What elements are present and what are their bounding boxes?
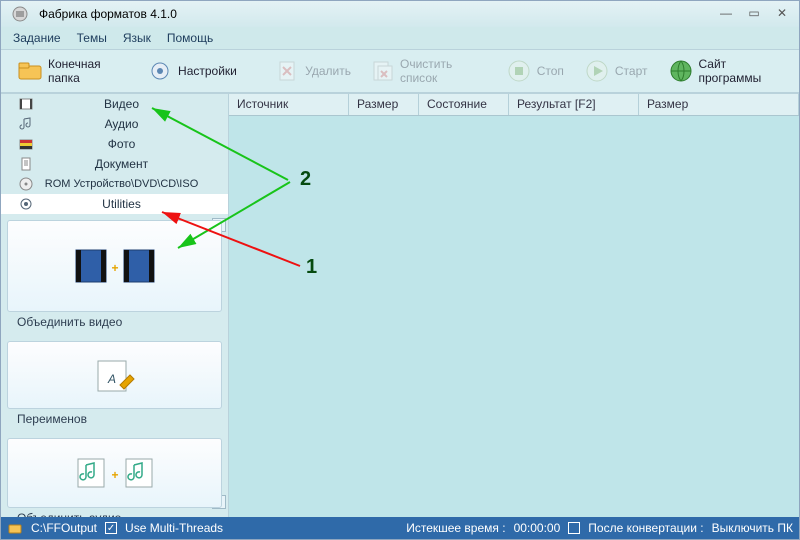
play-icon	[584, 58, 610, 84]
site-label: Сайт программы	[699, 57, 784, 85]
clear-icon	[371, 58, 395, 84]
toolbar: Конечная папка Настройки Удалить Очистит…	[1, 49, 799, 93]
tile-rename-label: Переименов	[7, 409, 222, 432]
category-list: Видео Аудио Фото Документ ROM Устройство…	[1, 94, 228, 214]
doc-icon	[19, 157, 33, 171]
menu-language[interactable]: Язык	[123, 31, 151, 45]
output-folder-label: Конечная папка	[48, 57, 127, 85]
minimize-button[interactable]: —	[715, 6, 737, 22]
rename-icon: A	[90, 355, 140, 395]
start-label: Старт	[615, 64, 648, 78]
col-size-in[interactable]: Размер	[349, 94, 419, 115]
after-conv-checkbox[interactable]	[568, 522, 580, 534]
after-conv-label: После конвертации :	[588, 521, 703, 535]
close-button[interactable]: ✕	[771, 6, 793, 22]
folder-small-icon	[7, 520, 23, 536]
clear-list-label: Очистить список	[400, 57, 486, 85]
gear-small-icon	[19, 197, 33, 211]
tile-rename[interactable]: A	[7, 341, 222, 409]
main-area: Видео Аудио Фото Документ ROM Устройство…	[1, 93, 799, 517]
gear-icon	[147, 58, 173, 84]
title-bar: Фабрика форматов 4.1.0 — ▭ ✕	[1, 1, 799, 27]
folder-icon	[17, 58, 43, 84]
photo-icon	[19, 137, 33, 151]
window-title: Фабрика форматов 4.1.0	[39, 7, 177, 21]
category-document-label: Документ	[43, 157, 228, 171]
menu-bar: Задание Темы Язык Помощь	[1, 27, 799, 49]
multithread-label[interactable]: Use Multi-Threads	[125, 521, 223, 535]
col-result[interactable]: Результат [F2]	[509, 94, 639, 115]
grid-body[interactable]	[229, 116, 799, 517]
category-video[interactable]: Видео	[1, 94, 228, 114]
category-document[interactable]: Документ	[1, 154, 228, 174]
utility-tiles: ▴ ▾ + Объединить видео	[1, 214, 228, 517]
join-video-icon: +	[70, 244, 160, 288]
menu-themes[interactable]: Темы	[77, 31, 107, 45]
note-icon	[19, 117, 33, 131]
stop-label: Стоп	[537, 64, 564, 78]
svg-text:+: +	[111, 468, 118, 482]
after-conv-value[interactable]: Выключить ПК	[712, 521, 793, 535]
maximize-button[interactable]: ▭	[743, 6, 765, 22]
menu-task[interactable]: Задание	[13, 31, 61, 45]
delete-icon	[274, 58, 300, 84]
settings-label: Настройки	[178, 64, 237, 78]
category-utilities[interactable]: Utilities	[1, 194, 228, 214]
svg-text:A: A	[106, 372, 115, 386]
site-button[interactable]: Сайт программы	[662, 55, 790, 87]
output-path[interactable]: C:\FFOutput	[31, 521, 97, 535]
tile-join-audio-label: Объединить аудио	[7, 508, 222, 517]
stop-button[interactable]: Стоп	[500, 56, 570, 86]
join-audio-icon: +	[70, 453, 160, 493]
delete-button[interactable]: Удалить	[268, 56, 357, 86]
settings-button[interactable]: Настройки	[141, 56, 243, 86]
col-size-out[interactable]: Размер	[639, 94, 799, 115]
category-photo[interactable]: Фото	[1, 134, 228, 154]
disc-icon	[19, 177, 33, 191]
sidebar: Видео Аудио Фото Документ ROM Устройство…	[1, 94, 229, 517]
clear-list-button[interactable]: Очистить список	[365, 55, 492, 87]
category-rom-label: ROM Устройство\DVD\CD\ISO	[43, 178, 228, 190]
output-folder-button[interactable]: Конечная папка	[11, 55, 133, 87]
col-state[interactable]: Состояние	[419, 94, 509, 115]
category-photo-label: Фото	[43, 137, 228, 151]
category-audio[interactable]: Аудио	[1, 114, 228, 134]
stop-icon	[506, 58, 532, 84]
tile-join-video-label: Объединить видео	[7, 312, 222, 335]
tile-join-video[interactable]: +	[7, 220, 222, 312]
category-utilities-label: Utilities	[43, 197, 228, 211]
grid-header: Источник Размер Состояние Результат [F2]…	[229, 94, 799, 116]
status-bar: C:\FFOutput ✓ Use Multi-Threads Истекшее…	[1, 517, 799, 539]
elapsed-label: Истекшее время :	[406, 521, 505, 535]
app-window: Фабрика форматов 4.1.0 — ▭ ✕ Задание Тем…	[0, 0, 800, 540]
category-video-label: Видео	[43, 97, 228, 111]
svg-text:+: +	[111, 261, 118, 275]
annotation-2: 2	[300, 168, 311, 191]
menu-help[interactable]: Помощь	[167, 31, 213, 45]
globe-icon	[668, 58, 694, 84]
annotation-1: 1	[306, 256, 317, 279]
app-icon	[7, 1, 33, 27]
content-area: Источник Размер Состояние Результат [F2]…	[229, 94, 799, 517]
col-source[interactable]: Источник	[229, 94, 349, 115]
category-audio-label: Аудио	[43, 117, 228, 131]
delete-label: Удалить	[305, 64, 351, 78]
tile-join-audio[interactable]: +	[7, 438, 222, 508]
start-button[interactable]: Старт	[578, 56, 654, 86]
category-rom[interactable]: ROM Устройство\DVD\CD\ISO	[1, 174, 228, 194]
film-icon	[19, 97, 33, 111]
elapsed-value: 00:00:00	[514, 521, 561, 535]
multithread-checkbox[interactable]: ✓	[105, 522, 117, 534]
